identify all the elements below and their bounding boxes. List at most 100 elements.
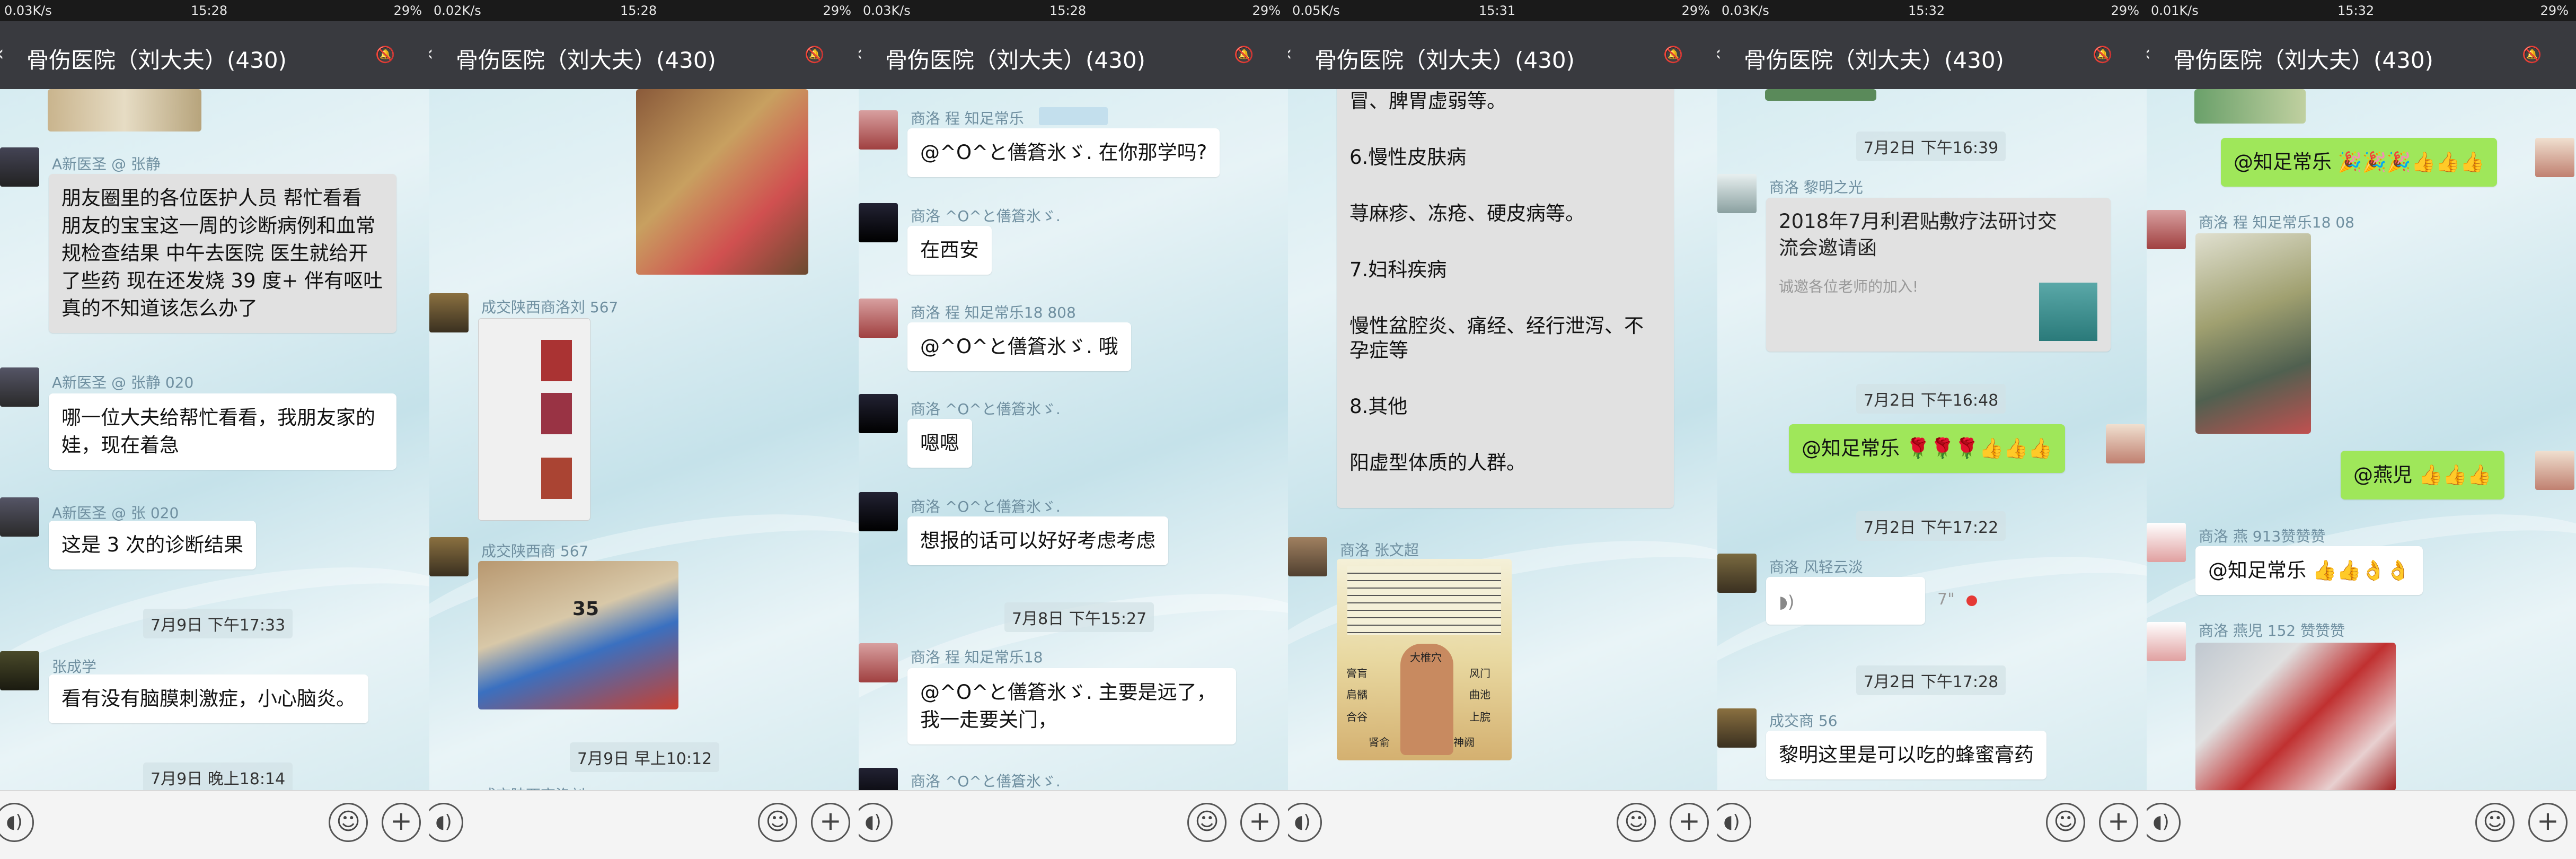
back-icon[interactable]: ‹	[429, 41, 434, 66]
image-message[interactable]	[1765, 89, 1876, 101]
voice-icon[interactable]: ◖)	[1288, 803, 1322, 842]
doc-line: 8.其他	[1349, 395, 1408, 418]
message-bubble[interactable]: @^O^と僐篬氷ゞ. 在你那学吗?	[907, 128, 1220, 177]
image-message[interactable]	[2195, 643, 2396, 790]
avatar-self[interactable]	[2535, 451, 2574, 490]
screenshot-collage: 0.03K/s 15:28 29% ‹ 骨伤医院（刘大夫）(430) 🔕 A新医…	[0, 0, 2576, 859]
avatar[interactable]	[0, 651, 39, 690]
title-bar: ‹ 骨伤医院（刘大夫）(430) 🔕	[2147, 21, 2576, 89]
avatar[interactable]	[429, 293, 469, 332]
emoji-icon[interactable]: ☺	[2046, 803, 2085, 842]
back-icon[interactable]: ‹	[859, 41, 863, 66]
battery-level: 29%	[2540, 3, 2569, 18]
plus-icon[interactable]: +	[1670, 803, 1709, 842]
back-icon[interactable]: ‹	[1288, 41, 1292, 66]
avatar[interactable]	[859, 492, 898, 531]
voice-icon[interactable]: ◖)	[429, 803, 463, 842]
network-speed: 0.02K/s	[434, 3, 481, 18]
avatar[interactable]	[0, 367, 39, 407]
avatar[interactable]	[1717, 174, 1757, 213]
sender-name: 成交陕西商洛刘 567	[481, 299, 619, 316]
plus-icon[interactable]: +	[2528, 803, 2568, 842]
voice-icon[interactable]: ◖)	[0, 803, 34, 842]
message-bubble[interactable]: @^O^と僐篬氷ゞ. 哦	[907, 322, 1131, 371]
plus-icon[interactable]: +	[811, 803, 850, 842]
doc-line: 冒、脾胃虚弱等。	[1349, 90, 1506, 112]
avatar[interactable]	[1717, 554, 1757, 593]
message-bubble[interactable]: 看有没有脑膜刺激症，小心脑炎。	[49, 674, 368, 723]
screenshot-image-message[interactable]	[478, 318, 590, 521]
avatar[interactable]	[1717, 708, 1757, 748]
image-message[interactable]	[48, 89, 201, 132]
message-bubble[interactable]: 想报的话可以好好考虑考虑	[907, 516, 1168, 565]
avatar[interactable]	[859, 203, 898, 242]
message-list[interactable]: A新医圣 @ 张静 朋友圈里的各位医护人员 帮忙看看 朋友的宝宝这一周的诊断病例…	[0, 89, 429, 790]
poster-label: 大椎穴	[1410, 651, 1442, 664]
message-bubble[interactable]: 朋友圈里的各位医护人员 帮忙看看 朋友的宝宝这一周的诊断病例和血常规检查结果 中…	[49, 174, 396, 333]
timestamp: 7月2日 下午16:39	[1856, 132, 2006, 161]
emoji-icon[interactable]: ☺	[1187, 803, 1227, 842]
message-bubble[interactable]: 在西安	[907, 226, 992, 275]
avatar-self[interactable]	[2106, 424, 2145, 463]
avatar[interactable]	[859, 110, 898, 150]
link-card[interactable]: 2018年7月利君贴敷疗法研讨交流会邀请函 诚邀各位老师的加入!	[1766, 198, 2111, 352]
message-list[interactable]: 成交陕西商洛刘 567 成交陕西商 567 35 7月9日 早上10:12 成交…	[429, 89, 859, 790]
box-label: 35	[572, 598, 599, 620]
message-bubble-self[interactable]: @知足常乐 🎉🎉🎉👍👍👍	[2221, 138, 2498, 187]
message-bubble-self[interactable]: @知足常乐 🌹🌹🌹👍👍👍	[1789, 424, 2066, 473]
sender-name: 商洛 风轻云淡	[1769, 558, 1863, 576]
back-icon[interactable]: ‹	[2147, 41, 2151, 66]
status-bar: 0.03K/s 15:28 29%	[0, 0, 429, 21]
image-message[interactable]: 35	[478, 561, 678, 709]
message-list[interactable]: 7月2日 下午16:39 商洛 黎明之光 2018年7月利君贴敷疗法研讨交流会邀…	[1717, 89, 2147, 790]
message-bubble[interactable]: @^O^と僐篬氷ゞ. 主要是远了，我一走要关门，	[907, 668, 1236, 744]
message-bubble[interactable]: 黎明这里是可以吃的蜂蜜膏药	[1766, 731, 2046, 779]
sender-name: A新医圣 @ 张静 020	[52, 374, 194, 391]
acupoint-poster-image[interactable]: 大椎穴 膏肓 风门 肩髃 曲池 合谷 上脘 肾俞 神阙	[1337, 559, 1512, 760]
poster-label: 风门	[1469, 667, 1490, 680]
image-message[interactable]	[2194, 89, 2306, 124]
avatar[interactable]	[2147, 523, 2186, 562]
voice-icon[interactable]: ◖)	[2147, 803, 2181, 842]
avatar[interactable]	[0, 497, 39, 537]
thumbnail	[541, 393, 572, 434]
voice-message-bubble[interactable]: ◗)	[1766, 577, 1925, 625]
message-list[interactable]: 商洛 程 知足常乐 @^O^と僐篬氷ゞ. 在你那学吗? 商洛 ^O^と僐篬氷ゞ.…	[859, 89, 1288, 790]
avatar-self[interactable]	[2535, 138, 2574, 177]
back-icon[interactable]: ‹	[0, 41, 4, 66]
clock: 15:28	[1049, 3, 1087, 18]
message-bubble[interactable]: 这是 3 次的诊断结果	[49, 521, 257, 569]
avatar[interactable]	[1288, 537, 1327, 576]
plus-icon[interactable]: +	[382, 803, 421, 842]
avatar[interactable]	[859, 299, 898, 338]
emoji-icon[interactable]: ☺	[1617, 803, 1656, 842]
voice-icon[interactable]: ◖)	[859, 803, 893, 842]
message-bubble[interactable]: 哪一位大夫给帮忙看看，我朋友家的娃，现在着急	[49, 393, 396, 470]
emoji-icon[interactable]: ☺	[758, 803, 797, 842]
chat-screen-4: 0.05K/s 15:31 29% ‹ 骨伤医院（刘大夫）(430) 🔕 冒、脾…	[1288, 0, 1717, 859]
long-message-bubble[interactable]: 冒、脾胃虚弱等。 6.慢性皮肤病 荨麻疹、冻疮、硬皮病等。 7.妇科疾病 慢性盆…	[1337, 89, 1674, 508]
message-bubble-self[interactable]: @燕児 👍👍👍	[2341, 451, 2504, 499]
avatar[interactable]	[859, 394, 898, 433]
image-message[interactable]	[2195, 233, 2311, 434]
avatar[interactable]	[2147, 210, 2186, 249]
message-list[interactable]: @知足常乐 🎉🎉🎉👍👍👍 商洛 程 知足常乐18 08 @燕児 👍👍👍 商洛 燕…	[2147, 89, 2576, 790]
image-message[interactable]	[636, 89, 808, 275]
plus-icon[interactable]: +	[2099, 803, 2138, 842]
poster-label: 上脘	[1469, 711, 1490, 723]
message-list[interactable]: 冒、脾胃虚弱等。 6.慢性皮肤病 荨麻疹、冻疮、硬皮病等。 7.妇科疾病 慢性盆…	[1288, 89, 1717, 790]
avatar[interactable]	[859, 643, 898, 682]
back-icon[interactable]: ‹	[1717, 41, 1722, 66]
avatar[interactable]	[0, 147, 39, 187]
voice-icon[interactable]: ◖)	[1717, 803, 1751, 842]
emoji-icon[interactable]: ☺	[2475, 803, 2515, 842]
avatar[interactable]	[429, 537, 469, 576]
voice-wave-icon: ◗)	[1779, 592, 1795, 612]
plus-icon[interactable]: +	[1240, 803, 1280, 842]
message-bubble[interactable]: @知足常乐 👍👍👌👌	[2195, 546, 2423, 595]
message-bubble[interactable]: 嗯嗯	[907, 419, 972, 468]
avatar[interactable]	[2147, 622, 2186, 661]
emoji-icon[interactable]: ☺	[329, 803, 368, 842]
avatar[interactable]	[859, 768, 898, 790]
clock: 15:32	[1908, 3, 1945, 18]
